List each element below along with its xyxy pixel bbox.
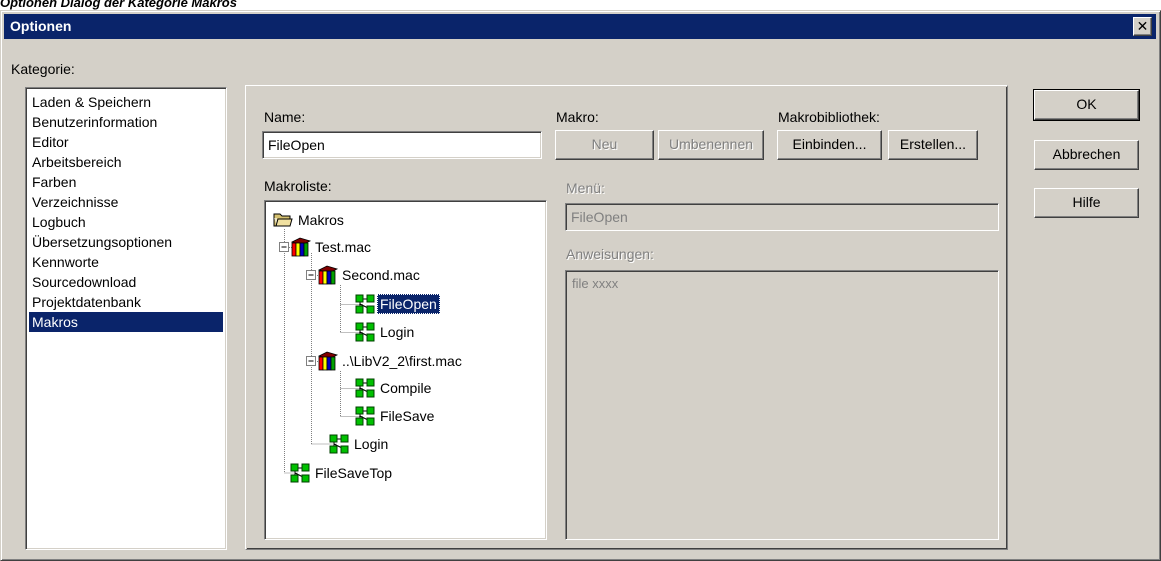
einbinden-button[interactable]: Einbinden...: [777, 130, 882, 160]
folder-icon: [273, 213, 293, 227]
kategorie-item-makros[interactable]: Makros: [29, 312, 223, 332]
tree-node-label: FileSave: [380, 408, 435, 424]
macro-icon: [329, 434, 349, 454]
kategorie-item-logbuch[interactable]: Logbuch: [29, 212, 223, 232]
neu-button[interactable]: Neu: [555, 130, 654, 160]
anweisungen-label: Anweisungen:: [566, 246, 654, 262]
tree-node-label: Makros: [298, 212, 344, 228]
kategorie-item-uebersetzungsoptionen[interactable]: Übersetzungsoptionen: [29, 232, 223, 252]
name-input-value: FileOpen: [268, 137, 325, 153]
anweisungen-textarea[interactable]: file xxxx: [565, 270, 999, 540]
window-title: Optionen: [10, 18, 72, 34]
library-books-icon: [317, 351, 339, 371]
makroliste-tree[interactable]: Makros Test.mac Second.mac FileOpen Logi…: [264, 200, 547, 540]
kategorie-item-projektdatenbank[interactable]: Projektdatenbank: [29, 292, 223, 312]
tree-node-label: Login: [380, 324, 415, 340]
macro-icon: [355, 322, 375, 342]
macro-icon: [355, 294, 375, 314]
anweisungen-value: file xxxx: [572, 276, 619, 291]
kategorie-item-editor[interactable]: Editor: [29, 132, 223, 152]
kategorie-label: Kategorie:: [11, 61, 75, 77]
kategorie-list[interactable]: Laden & Speichern Benutzerinformation Ed…: [25, 87, 227, 550]
makrobibliothek-label: Makrobibliothek:: [778, 109, 880, 125]
macro-icon: [355, 406, 375, 426]
menu-input[interactable]: FileOpen: [565, 203, 999, 231]
name-label: Name:: [264, 109, 306, 125]
kategorie-item-laden-speichern[interactable]: Laden & Speichern: [29, 92, 223, 112]
tree-node-label: FileSaveTop: [315, 465, 393, 481]
kategorie-item-kennworte[interactable]: Kennworte: [29, 252, 223, 272]
tree-node-label: Login: [354, 436, 389, 452]
tree-node-label: ..\LibV2_2\first.mac: [342, 353, 462, 369]
ok-button[interactable]: OK: [1033, 89, 1140, 121]
macro-icon: [355, 378, 375, 398]
menu-label: Menü:: [566, 180, 605, 196]
tree-node-label: FileOpen: [377, 294, 440, 314]
menu-input-value: FileOpen: [571, 209, 628, 225]
makroliste-label: Makroliste:: [264, 178, 332, 194]
library-books-icon: [290, 237, 312, 257]
title-bar[interactable]: Optionen ✕: [4, 14, 1156, 39]
tree-node-label: Second.mac: [342, 267, 420, 283]
makro-label: Makro:: [556, 109, 599, 125]
library-books-icon: [317, 265, 339, 285]
umbenennen-button[interactable]: Umbenennen: [658, 130, 764, 160]
kategorie-item-arbeitsbereich[interactable]: Arbeitsbereich: [29, 152, 223, 172]
figure-caption: Optionen Dialog der Kategorie Makros: [0, 0, 237, 10]
kategorie-item-benutzerinformation[interactable]: Benutzerinformation: [29, 112, 223, 132]
kategorie-item-verzeichnisse[interactable]: Verzeichnisse: [29, 192, 223, 212]
tree-node-label: Compile: [380, 380, 432, 396]
abbrechen-button[interactable]: Abbrechen: [1034, 140, 1139, 170]
kategorie-item-sourcedownload[interactable]: Sourcedownload: [29, 272, 223, 292]
macro-icon: [290, 463, 310, 483]
kategorie-item-farben[interactable]: Farben: [29, 172, 223, 192]
hilfe-button[interactable]: Hilfe: [1034, 188, 1139, 218]
tree-node-label: Test.mac: [315, 239, 372, 255]
close-button[interactable]: ✕: [1133, 17, 1152, 36]
name-input[interactable]: FileOpen: [262, 131, 542, 159]
erstellen-button[interactable]: Erstellen...: [888, 130, 978, 160]
close-icon: ✕: [1136, 18, 1149, 34]
